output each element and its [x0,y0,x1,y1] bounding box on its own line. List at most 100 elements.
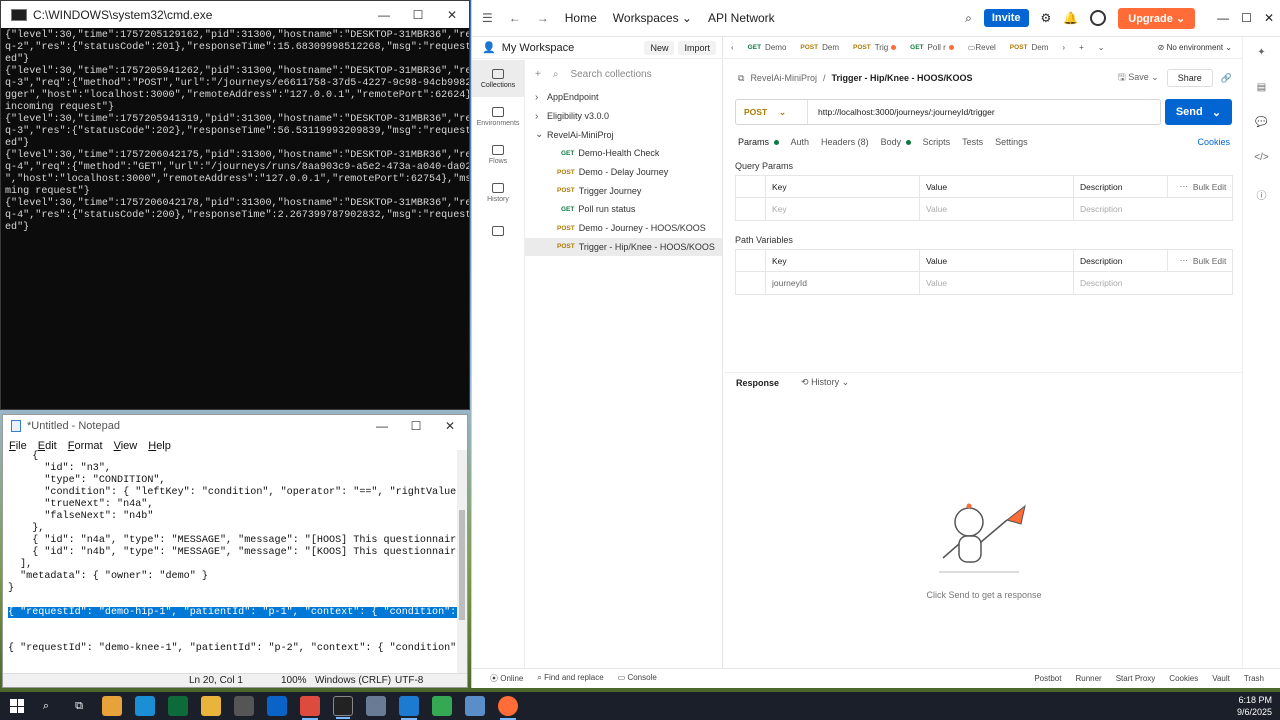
sidebar-item-collections[interactable]: Collections [472,60,524,97]
status-trash[interactable]: Trash [1244,674,1264,683]
info-icon[interactable]: ⓘ [1257,187,1267,202]
sidebar-item-history[interactable]: History [472,174,524,211]
url-input[interactable]: http://localhost:3000/journeys/:journeyI… [808,107,995,117]
outlook-icon[interactable] [267,696,287,716]
notepad-taskbar-icon[interactable] [366,696,386,716]
tree-item[interactable]: › Eligibility v3.0.0 [525,107,722,126]
tree-item[interactable]: GET Poll run status [525,200,722,219]
status-vault[interactable]: Vault [1212,674,1230,683]
minimize-icon[interactable]: — [365,415,399,437]
save-button[interactable]: 🖫 Save ⌄ [1118,70,1159,86]
docs-icon[interactable]: ▤ [1257,82,1266,93]
share-button[interactable]: Share [1166,69,1213,87]
environment-select[interactable]: ⊘ No environment ⌄ [1158,43,1242,52]
description-input[interactable]: Description [1074,272,1232,294]
breadcrumb-request[interactable]: Trigger - Hip/Knee - HOOS/KOOS [831,73,972,83]
tab-body[interactable]: Body [881,137,911,147]
tab-settings[interactable]: Settings [995,137,1028,147]
maximize-icon[interactable]: ☐ [399,415,433,437]
upgrade-button[interactable]: Upgrade ⌄ [1118,7,1196,29]
breadcrumb-collection[interactable]: RevelAi-MiniProj [750,73,817,83]
link-icon[interactable]: 🔗 [1221,73,1232,84]
request-tab[interactable]: GET Poll r [903,37,961,58]
tab-scripts[interactable]: Scripts [923,137,951,147]
request-tab[interactable]: ▭ Revel [961,37,1003,58]
description-input[interactable]: Description [1074,198,1232,220]
value-input[interactable]: Value [920,272,1074,294]
chrome-icon[interactable] [300,696,320,720]
new-button[interactable]: New [644,40,675,55]
tabs-menu-icon[interactable]: ⌄ [1091,37,1112,58]
status-start-proxy[interactable]: Start Proxy [1116,674,1156,683]
tree-item[interactable]: POST Demo - Journey - HOOS/KOOS [525,219,722,238]
search-input[interactable]: Search collections [570,69,651,80]
close-icon[interactable]: ✕ [1264,11,1274,25]
copilot-app-icon[interactable] [102,696,122,716]
sidebar-item-environments[interactable]: Environments [472,98,524,135]
vscode-icon[interactable] [399,696,419,720]
sidebar-item-flows[interactable]: Flows [472,136,524,173]
value-input[interactable]: Value [920,198,1074,220]
avatar[interactable] [1090,10,1107,26]
nav-home[interactable]: Home [565,11,597,25]
file-explorer-icon[interactable] [201,696,221,716]
cmd-taskbar-icon[interactable] [333,696,353,719]
minimize-icon[interactable]: — [1217,11,1229,25]
code-icon[interactable]: </> [1254,152,1268,163]
store-icon[interactable] [234,696,254,716]
notifications-icon[interactable]: 🔔 [1063,11,1078,25]
chrome-profile-icon[interactable] [432,696,452,716]
sidebar-item-more[interactable] [472,212,524,249]
request-tab[interactable]: GET Demo [741,37,794,58]
tab-tests[interactable]: Tests [962,137,983,147]
tab-auth[interactable]: Auth [791,137,810,147]
tab-params[interactable]: Params [738,137,779,147]
request-tab[interactable]: POST Dem [793,37,846,58]
status-postbot[interactable]: Postbot [1034,674,1061,683]
bulk-edit-button[interactable]: ⋯ Bulk Edit [1168,176,1232,197]
clock[interactable]: 6:18 PM 9/6/2025 [1237,694,1280,718]
forward-icon[interactable]: → [537,11,549,25]
status-cookies[interactable]: Cookies [1169,674,1198,683]
tree-item[interactable]: POST Trigger Journey [525,181,722,200]
tree-item[interactable]: GET Demo-Health Check [525,144,722,163]
maximize-icon[interactable]: ☐ [1241,11,1252,25]
postman-taskbar-icon[interactable] [498,696,518,720]
status-runner[interactable]: Runner [1075,674,1101,683]
new-tab-icon[interactable]: + [1072,37,1091,58]
bulk-edit-button[interactable]: ⋯ Bulk Edit [1168,250,1232,271]
method-select[interactable]: POST ⌄ [736,100,808,124]
import-button[interactable]: Import [678,40,716,55]
status-console[interactable]: ▭ Console [618,673,657,684]
tree-item[interactable]: POST Demo - Delay Journey [525,163,722,182]
cookies-link[interactable]: Cookies [1197,137,1242,147]
workspace-name[interactable]: My Workspace [502,42,575,54]
task-view-icon[interactable]: ⧉ [69,696,89,716]
request-tab[interactable]: POST Dem [1003,37,1056,58]
history-dropdown[interactable]: ⟲ History ⌄ [801,377,849,388]
nav-workspaces[interactable]: Workspaces ⌄ [613,11,692,25]
maximize-icon[interactable]: ☐ [401,1,435,28]
notepad-editor[interactable]: { "id": "n3", "type": "CONDITION", "cond… [3,450,459,673]
send-button[interactable]: Send ⌄ [1165,99,1232,125]
tree-item[interactable]: › AppEndpoint [525,88,722,107]
cmd-title-bar[interactable]: C:\WINDOWS\system32\cmd.exe — ☐ ✕ [1,1,469,28]
tab-headers[interactable]: Headers (8) [821,137,869,147]
collections-search[interactable]: + ⌕ Search collections [525,60,722,88]
settings-icon[interactable]: ⚙ [1041,11,1052,25]
status-online[interactable]: ⦿ Online [490,673,523,684]
close-icon[interactable]: ✕ [433,415,467,437]
edge-icon[interactable] [135,696,155,716]
request-tab[interactable]: POST Trig [846,37,903,58]
invite-button[interactable]: Invite [983,9,1029,27]
tree-item[interactable]: ⌄ RevelAi-MiniProj [525,125,722,144]
tree-item[interactable]: POST Trigger - Hip/Knee - HOOS/KOOS [525,237,722,257]
status-find-replace[interactable]: ⌕ Find and replace [537,673,603,684]
copilot-icon[interactable]: ✦ [1257,47,1265,58]
minimize-icon[interactable]: — [367,1,401,28]
key-input[interactable]: Key [766,198,920,220]
terminal-app-icon[interactable] [168,696,188,716]
plus-icon[interactable]: + [535,69,541,80]
comments-icon[interactable]: 💬 [1255,117,1267,128]
vertical-scrollbar[interactable] [457,450,467,673]
